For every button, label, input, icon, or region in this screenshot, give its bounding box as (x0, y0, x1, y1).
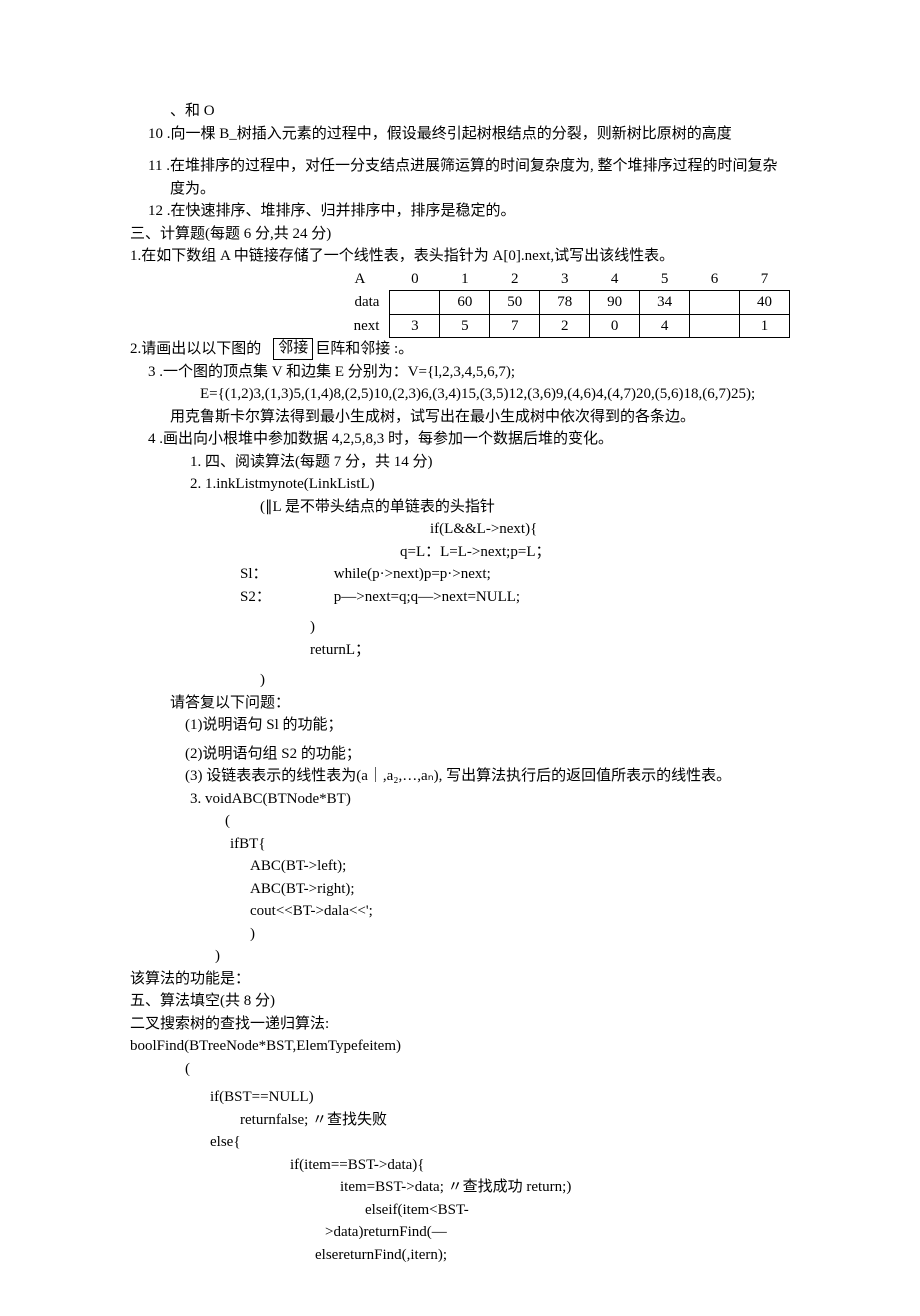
code-line: returnfalse; 〃查找失败 (130, 1109, 790, 1132)
table-cell: 78 (540, 291, 590, 315)
table-cell: 50 (490, 291, 540, 315)
q3-3-l3: 用克鲁斯卡尔算法得到最小生成树，试写出在最小生成树中依次得到的各条边。 (130, 406, 790, 429)
section-5-sub: 二叉搜索树的查找一递归算法: (130, 1013, 790, 1036)
question-10: 10 .向一棵 B_树插入元素的过程中，假设最终引起树根结点的分裂，则新树比原树… (130, 123, 790, 146)
table-row: data 60 50 78 90 34 40 (330, 291, 790, 315)
code-line: if(BST==NULL) (130, 1086, 790, 1109)
fragment-text: 、和 O (130, 100, 790, 123)
code-line: cout<<BT->dala<<'; (130, 900, 790, 923)
header-cell: 0 (390, 268, 440, 291)
table-cell: 0 (590, 314, 640, 338)
header-cell: A (330, 268, 390, 291)
table-cell: 2 (540, 314, 590, 338)
q3-1-text: 1.在如下数组 A 中链接存储了一个线性表，表头指针为 A[0].next,试写… (130, 245, 790, 268)
section-3-title: 三、计算题(每题 6 分,共 24 分) (130, 223, 790, 246)
row-label: data (330, 291, 390, 315)
code-brace: ) (130, 669, 790, 692)
table-cell: 40 (739, 291, 789, 315)
table-header-row: A 0 1 2 3 4 5 6 7 (330, 268, 790, 291)
answer-2: (2)说明语句组 S2 的功能； (130, 743, 790, 766)
section-5-title: 五、算法填空(共 8 分) (130, 990, 790, 1013)
table-cell: 4 (640, 314, 690, 338)
q3-2-prefix: 2.请画出以以下图的 (130, 338, 261, 361)
code-brace: ) (130, 616, 790, 639)
header-cell: 4 (590, 268, 640, 291)
code-line: ifBT{ (130, 833, 790, 856)
code-line-s2: S2： p—>next=q;q—>next=NULL; (130, 586, 790, 609)
header-cell: 3 (540, 268, 590, 291)
table-cell (690, 291, 740, 315)
section-4-n2: 2. 1.inkListmynote(LinkListL) (130, 473, 790, 496)
table-cell: 90 (590, 291, 640, 315)
code-brace: ( (130, 810, 790, 833)
row-label: next (330, 314, 390, 338)
q3-4: 4 .画出向小根堆中参加数据 4,2,5,8,3 时，每参加一个数据后堆的变化。 (130, 428, 790, 451)
code-line: ABC(BT->right); (130, 878, 790, 901)
code-line: if(L&&L->next){ (130, 518, 790, 541)
func-sig: boolFind(BTreeNode*BST,ElemTypefeitem) (130, 1035, 790, 1058)
q3-2-box: 邻接 (273, 338, 313, 360)
q3-2-suffix: 巨阵和邻接 :。 (315, 338, 413, 361)
function-desc: 该算法的功能是： (130, 968, 790, 991)
answer-prompt: 请答复以下问题： (130, 692, 790, 715)
table-cell: 34 (640, 291, 690, 315)
code-line: else{ (130, 1131, 790, 1154)
question-12: 12 .在快速排序、堆排序、归并排序中，排序是稳定的。 (130, 200, 790, 223)
code-line: ABC(BT->left); (130, 855, 790, 878)
section-4-n1: 1. 四、阅读算法(每题 7 分，共 14 分) (130, 451, 790, 474)
code-brace: ) (130, 945, 790, 968)
table-row: next 3 5 7 2 0 4 1 (330, 314, 790, 338)
header-cell: 2 (490, 268, 540, 291)
code-line: elseif(item<BST- (130, 1199, 790, 1222)
answer-3: (3) 设链表表示的线性表为(a｜,a₂,…,aₙ), 写出算法执行后的返回值所… (130, 765, 790, 788)
table-cell: 3 (390, 314, 440, 338)
q3-3-l2: E={(1,2)3,(1,3)5,(1,4)8,(2,5)10,(2,3)6,(… (130, 383, 790, 406)
code-line: item=BST->data; 〃查找成功 return;) (130, 1176, 790, 1199)
array-table: A 0 1 2 3 4 5 6 7 data 60 50 78 90 34 40… (330, 268, 790, 339)
code-comment: (∥L 是不带头结点的单链表的头指针 (130, 496, 790, 519)
section-4-n3: 3. voidABC(BTNode*BT) (130, 788, 790, 811)
header-cell: 1 (440, 268, 490, 291)
code-line: if(item==BST->data){ (130, 1154, 790, 1177)
table-cell: 60 (440, 291, 490, 315)
question-11: 11 .在堆排序的过程中，对任一分支结点进展筛运算的时间复杂度为, 整个堆排序过… (130, 155, 790, 200)
code-brace: ( (130, 1058, 790, 1081)
code-return: returnL； (130, 639, 790, 662)
answer-1: (1)说明语句 Sl 的功能； (130, 714, 790, 737)
s2-code: p—>next=q;q—>next=NULL; (334, 589, 520, 605)
spacer (130, 608, 790, 616)
table-cell (690, 314, 740, 338)
spacer (130, 661, 790, 669)
header-cell: 5 (640, 268, 690, 291)
s1-code: while(p·>next)p=p·>next; (334, 566, 491, 582)
code-line-s1: Sl： while(p·>next)p=p·>next; (130, 563, 790, 586)
s1-label: Sl： (240, 563, 330, 586)
code-line: elsereturnFind(,itern); (130, 1244, 790, 1267)
table-cell: 1 (739, 314, 789, 338)
q3-3-l1: 3 .一个图的顶点集 V 和边集 E 分别为：V={l,2,3,4,5,6,7)… (130, 361, 790, 384)
header-cell: 6 (690, 268, 740, 291)
code-line: q=L：L=L->next;p=L； (130, 541, 790, 564)
s2-label: S2： (240, 586, 330, 609)
code-brace: ) (130, 923, 790, 946)
table-cell (390, 291, 440, 315)
spacer (130, 145, 790, 155)
header-cell: 7 (739, 268, 789, 291)
q3-2-line: 2.请画出以以下图的 邻接 巨阵和邻接 :。 (130, 338, 790, 361)
code-line: >data)returnFind(— (130, 1221, 790, 1244)
table-cell: 5 (440, 314, 490, 338)
table-cell: 7 (490, 314, 540, 338)
